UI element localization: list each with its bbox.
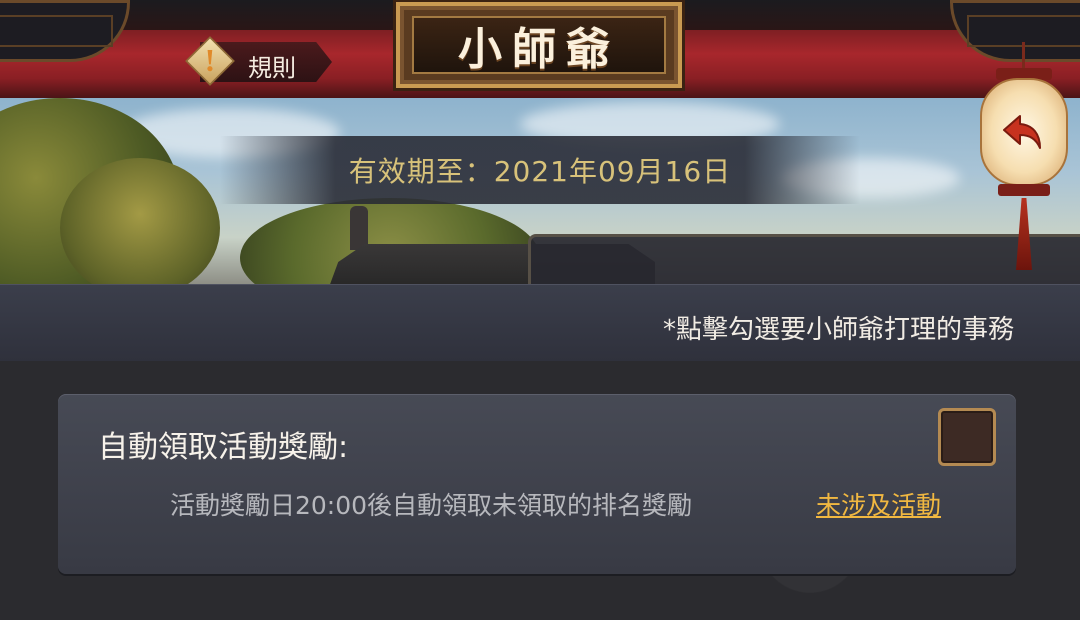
scenery-banner: 有效期至：2021年09月16日 bbox=[0, 98, 1080, 284]
rules-button[interactable]: ! 規則 bbox=[185, 36, 332, 86]
main-content: 自動領取活動獎勵: 活動獎勵日20:00後自動領取未領取的排名獎勵 未涉及活動 bbox=[0, 361, 1080, 620]
lantern-body bbox=[980, 78, 1068, 186]
validity-band: 有效期至：2021年09月16日 bbox=[220, 136, 860, 204]
tree-left-small bbox=[60, 158, 220, 284]
task-description: 活動獎勵日20:00後自動領取未領取的排名獎勵 bbox=[170, 491, 693, 520]
hint-text: *點擊勾選要小師爺打理的事務 bbox=[662, 315, 1014, 345]
title-plate: 小師爺 bbox=[396, 2, 682, 88]
task-card-auto-claim: 自動領取活動獎勵: 活動獎勵日20:00後自動領取未領取的排名獎勵 未涉及活動 bbox=[58, 394, 1016, 574]
validity-text: 有效期至：2021年09月16日 bbox=[348, 155, 732, 188]
title-plate-inner: 小師爺 bbox=[412, 16, 666, 75]
exclamation-mark: ! bbox=[204, 42, 216, 78]
lantern-tassel bbox=[1016, 198, 1032, 270]
task-checkbox[interactable] bbox=[938, 408, 996, 466]
back-button[interactable] bbox=[976, 42, 1072, 272]
lantern-cap-bottom bbox=[998, 184, 1050, 196]
rules-label: 規則 bbox=[248, 54, 296, 82]
hint-bar: *點擊勾選要小師爺打理的事務 bbox=[0, 284, 1080, 362]
roof-ornament bbox=[350, 206, 368, 250]
page-title: 小師爺 bbox=[458, 24, 620, 75]
task-status-link[interactable]: 未涉及活動 bbox=[816, 486, 941, 522]
back-arrow-icon bbox=[1003, 115, 1041, 149]
task-title: 自動領取活動獎勵: bbox=[98, 430, 349, 465]
